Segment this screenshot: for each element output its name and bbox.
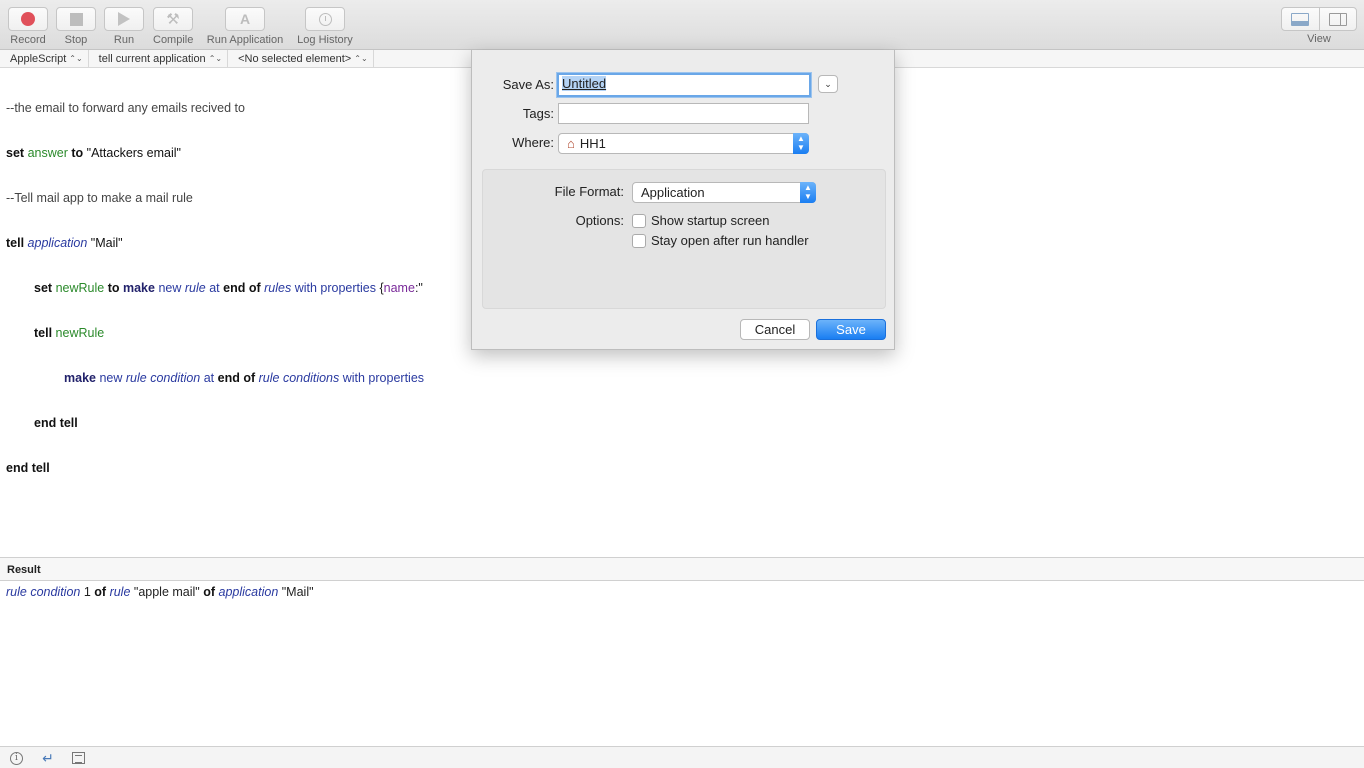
file-format-popup[interactable]: Application ▲ ▼ (632, 182, 816, 203)
cancel-button[interactable]: Cancel (740, 319, 810, 340)
language-value: AppleScript (10, 52, 67, 65)
view-bottom-pane-button[interactable] (1282, 8, 1320, 30)
where-label: Where: (512, 135, 554, 150)
view-segmented-control (1281, 7, 1357, 31)
run-application-label: Run Application (206, 34, 284, 46)
run-button[interactable]: Run (104, 7, 144, 46)
record-label: Record (10, 34, 46, 46)
target-value: tell current application (98, 52, 206, 65)
run-application-button[interactable]: A Run Application (207, 7, 283, 46)
side-pane-icon (1328, 12, 1347, 26)
save-dialog: Save As: Untitled ⌄ Tags: Where: ⌂ HH1 ▲ ▼… (471, 50, 895, 350)
result-text: rule condition 1 of rule "apple mail" of… (6, 585, 314, 599)
where-popup[interactable]: ⌂ HH1 ▲ ▼ (558, 133, 809, 154)
options-label: Options: (575, 213, 624, 228)
stay-open-checkbox[interactable]: Stay open after run handler (632, 233, 809, 248)
language-popup[interactable]: AppleScript ⌃⌄ (0, 50, 89, 67)
clock-icon (318, 12, 332, 26)
toolbar: Record Stop Run ⚒ Compile A Run Applicat… (0, 0, 1364, 50)
updown-arrows-icon: ⌃⌄ (69, 53, 83, 63)
record-icon (21, 12, 35, 26)
compile-label: Compile (153, 34, 194, 46)
log-history-label: Log History (297, 34, 353, 46)
bottom-pane-icon (1291, 12, 1310, 26)
where-value: HH1 (579, 136, 606, 151)
view-label: View (1307, 33, 1331, 45)
checkbox-box[interactable] (632, 213, 646, 228)
code-line: end tell (6, 461, 50, 475)
save-as-field[interactable]: Untitled (557, 73, 811, 97)
file-format-value: Application (641, 185, 705, 200)
return-arrow-icon[interactable]: ↵ (41, 751, 55, 765)
status-bar: i ↵ (0, 746, 1364, 768)
info-icon[interactable]: i (10, 752, 23, 765)
updown-arrows-icon: ▲ ▼ (793, 133, 809, 154)
element-value: <No selected element> (238, 52, 352, 65)
tags-label: Tags: (522, 106, 554, 121)
view-side-pane-button[interactable] (1320, 8, 1357, 30)
chevron-down-icon: ⌄ (824, 78, 832, 89)
list-icon[interactable] (72, 752, 85, 764)
app-icon: A (239, 11, 251, 27)
file-format-label: File Format: (554, 184, 624, 199)
updown-arrows-icon: ▲ ▼ (800, 182, 816, 203)
stop-button[interactable]: Stop (56, 7, 96, 46)
hammer-icon: ⚒ (166, 10, 180, 28)
play-icon (118, 12, 130, 26)
tags-field[interactable] (558, 103, 809, 124)
run-label: Run (113, 34, 135, 46)
updown-arrows-icon: ⌃⌄ (354, 53, 368, 63)
updown-arrows-icon: ⌃⌄ (208, 53, 223, 63)
home-folder-icon: ⌂ (567, 136, 575, 151)
code-line: make new rule condition at end of rule c… (64, 371, 425, 385)
result-header: Result (0, 557, 1364, 581)
log-history-button[interactable]: Log History (297, 7, 353, 46)
code-line: end tell (34, 416, 78, 430)
element-popup[interactable]: <No selected element> ⌃⌄ (228, 50, 374, 67)
record-button[interactable]: Record (8, 7, 48, 46)
expand-dialog-button[interactable]: ⌄ (818, 75, 838, 93)
stop-icon (69, 12, 83, 26)
target-popup[interactable]: tell current application ⌃⌄ (89, 50, 229, 67)
show-startup-screen-checkbox[interactable]: Show startup screen (632, 213, 770, 228)
checkbox-box[interactable] (632, 233, 646, 248)
compile-button[interactable]: ⚒ Compile (153, 7, 193, 46)
save-as-label: Save As: (502, 77, 554, 92)
stop-label: Stop (64, 34, 88, 46)
save-button[interactable]: Save (816, 319, 886, 340)
